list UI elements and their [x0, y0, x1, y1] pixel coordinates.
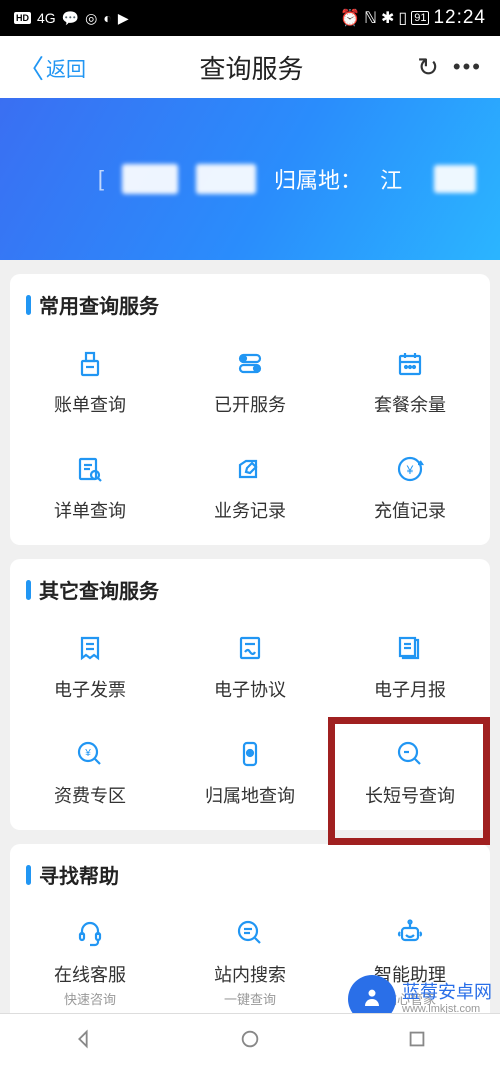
item-label: 电子月报	[374, 676, 446, 702]
back-label: 返回	[46, 53, 86, 82]
section-title: 寻找帮助	[10, 844, 490, 899]
search-doc-icon	[225, 913, 275, 953]
chat-icon: 💬	[62, 10, 79, 27]
section-common: 常用查询服务 账单查询 已开服务 套餐余量	[10, 274, 490, 545]
phone-banner: [ 归属地： 江	[0, 98, 500, 260]
calendar-icon	[385, 343, 435, 383]
item-label: 归属地查询	[205, 782, 295, 808]
e-monthly-report[interactable]: 电子月报	[330, 614, 490, 720]
music-icon: ◐	[103, 10, 111, 26]
app-dot-icon: ◎	[85, 10, 97, 27]
attribution-masked	[434, 165, 476, 193]
item-label: 详单查询	[54, 497, 126, 523]
signal-text: 4G	[37, 10, 56, 26]
title-accent	[26, 580, 31, 600]
android-navigation-bar	[0, 1013, 500, 1069]
e-agreement[interactable]: 电子协议	[170, 614, 330, 720]
bluetooth-icon: ✱	[381, 8, 394, 28]
section-help: 寻找帮助 在线客服 快速咨询 站内搜索 一键查询 智能助	[10, 844, 490, 1030]
location-phone-icon	[225, 734, 275, 774]
headset-icon	[65, 913, 115, 953]
item-label: 资费专区	[54, 782, 126, 808]
more-icon[interactable]: •••	[453, 54, 482, 80]
attribution-query[interactable]: 归属地查询	[170, 720, 330, 826]
title-accent	[26, 295, 31, 315]
robot-icon	[385, 913, 435, 953]
item-label: 业务记录	[214, 497, 286, 523]
item-label: 电子发票	[54, 676, 126, 702]
section-title: 其它查询服务	[10, 559, 490, 614]
item-label: 账单查询	[54, 391, 126, 417]
clock: 12:24	[433, 7, 486, 29]
item-sublabel: 一键查询	[224, 989, 276, 1008]
record-icon	[225, 449, 275, 489]
back-button[interactable]: 〈 返回	[18, 49, 86, 86]
detail-search-icon	[65, 449, 115, 489]
item-label: 充值记录	[374, 497, 446, 523]
nav-home-icon[interactable]	[239, 1028, 261, 1055]
title-accent	[26, 865, 31, 885]
chevron-left-icon: 〈	[18, 49, 44, 86]
yen-refresh-icon: ¥	[385, 449, 435, 489]
number-query[interactable]: 长短号查询	[330, 720, 490, 826]
agreement-icon	[225, 628, 275, 668]
services-enabled[interactable]: 已开服务	[170, 329, 330, 435]
item-label: 长短号查询	[365, 782, 455, 808]
site-search[interactable]: 站内搜索 一键查询	[170, 899, 330, 1026]
refresh-icon[interactable]: ↻	[417, 52, 439, 83]
alarm-icon: ⏰	[340, 8, 360, 28]
magnify-icon	[385, 734, 435, 774]
item-label: 智能助理	[374, 961, 446, 987]
svg-text:¥: ¥	[406, 463, 414, 477]
item-label: 在线客服	[54, 961, 126, 987]
nfc-icon: ℕ	[364, 8, 377, 28]
svg-text:¥: ¥	[84, 748, 91, 759]
nav-back-icon[interactable]	[72, 1028, 94, 1055]
item-label: 已开服务	[214, 391, 286, 417]
video-icon: ▶	[118, 10, 129, 27]
page-title: 查询服务	[200, 49, 304, 86]
online-service[interactable]: 在线客服 快速咨询	[10, 899, 170, 1026]
item-label: 电子协议	[214, 676, 286, 702]
item-sublabel: 贴心管家	[384, 989, 436, 1008]
app-header: 〈 返回 查询服务 ↻ •••	[0, 36, 500, 98]
hd-badge: HD	[14, 12, 31, 24]
section-other: 其它查询服务 电子发票 电子协议 电子月报	[10, 559, 490, 830]
attribution-label: 归属地：	[274, 163, 362, 195]
battery-level: 91	[411, 11, 429, 25]
phone-number-masked	[122, 164, 178, 194]
vibrate-icon: ▯	[398, 8, 407, 28]
package-balance[interactable]: 套餐余量	[330, 329, 490, 435]
phone-number-masked	[196, 164, 256, 194]
attribution-value: 江	[380, 163, 402, 195]
yen-search-icon: ¥	[65, 734, 115, 774]
business-record[interactable]: 业务记录	[170, 435, 330, 541]
item-label: 站内搜索	[214, 961, 286, 987]
status-bar: HD 4G 💬 ◎ ◐ ▶ ⏰ ℕ ✱ ▯ 91 12:24	[0, 0, 500, 36]
tariff-zone[interactable]: ¥ 资费专区	[10, 720, 170, 826]
recharge-record[interactable]: ¥ 充值记录	[330, 435, 490, 541]
bill-icon	[65, 343, 115, 383]
item-label: 套餐余量	[374, 391, 446, 417]
item-sublabel: 快速咨询	[64, 989, 116, 1008]
e-invoice[interactable]: 电子发票	[10, 614, 170, 720]
section-title: 常用查询服务	[10, 274, 490, 329]
smart-assistant[interactable]: 智能助理 贴心管家	[330, 899, 490, 1026]
report-icon	[385, 628, 435, 668]
bill-query[interactable]: 账单查询	[10, 329, 170, 435]
invoice-icon	[65, 628, 115, 668]
detail-query[interactable]: 详单查询	[10, 435, 170, 541]
toggle-icon	[225, 343, 275, 383]
nav-recent-icon[interactable]	[406, 1028, 428, 1055]
